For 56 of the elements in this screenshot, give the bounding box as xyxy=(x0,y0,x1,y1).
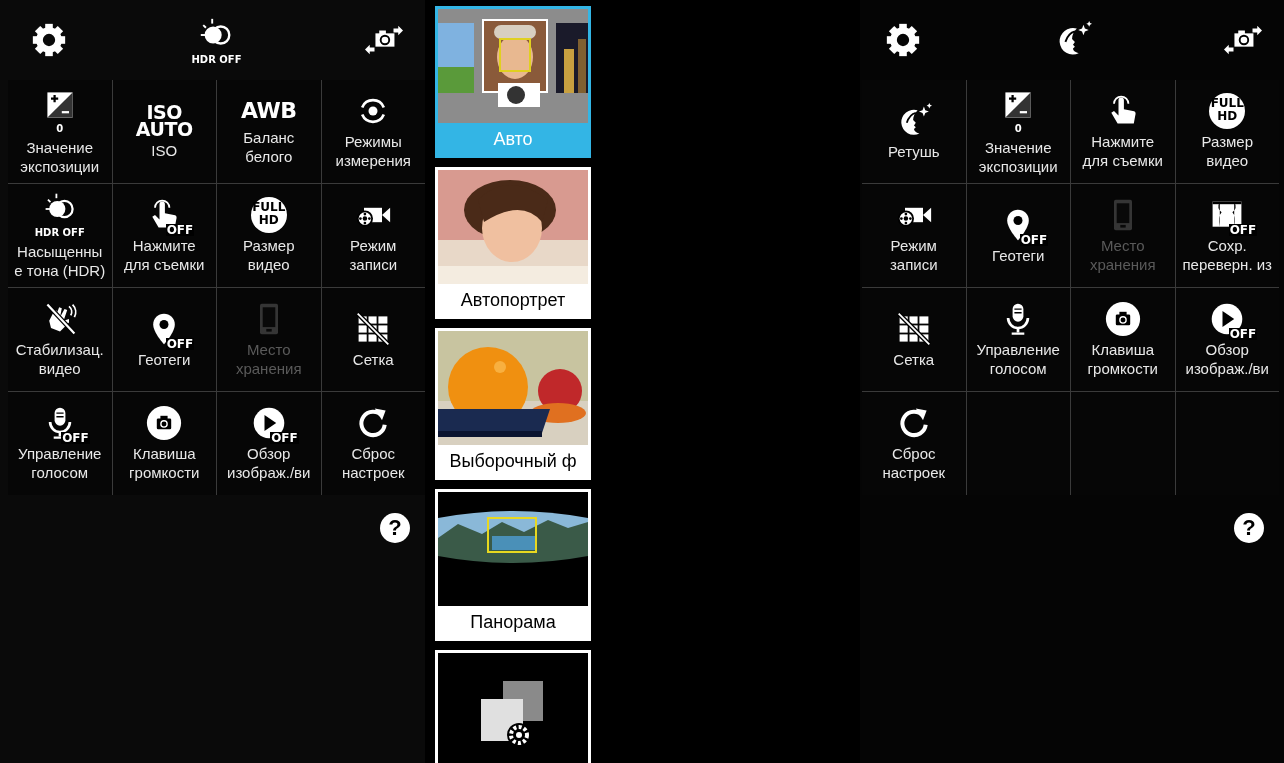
mode-card[interactable]: Выборочный ф xyxy=(435,328,591,480)
setting-tile[interactable]: OFF Обзор изображ./ви xyxy=(217,392,321,495)
setting-tile[interactable]: ISO AUTO ISO xyxy=(112,80,216,183)
setting-tile[interactable]: Режимы измерения xyxy=(321,80,425,183)
mode-card[interactable]: Автопортрет xyxy=(435,167,591,319)
camera-button-icon xyxy=(146,405,183,441)
help-button[interactable]: ? xyxy=(380,513,410,543)
setting-tile[interactable]: Сброс настроек xyxy=(862,392,966,495)
setting-tile[interactable]: Сброс настроек xyxy=(321,392,425,495)
setting-tile[interactable]: Сетка xyxy=(862,288,966,391)
setting-tile[interactable]: Режим записи xyxy=(321,184,425,287)
setting-tile[interactable]: Нажмите для съемки xyxy=(1071,80,1175,183)
setting-tile[interactable]: 0 Значение экспозиции xyxy=(966,80,1070,183)
iso-auto-icon: ISO AUTO xyxy=(135,103,193,138)
grid-icon xyxy=(895,310,932,347)
off-badge: OFF xyxy=(270,432,299,444)
mode-card[interactable]: Панорама xyxy=(435,489,591,641)
grid-icon xyxy=(355,310,392,347)
off-badge: OFF xyxy=(61,432,90,444)
hdr-button[interactable]: HDR OFF xyxy=(191,15,242,65)
icon-caption: 0 xyxy=(56,123,64,135)
setting-tile[interactable]: Управление голосом xyxy=(966,288,1070,391)
full-hd-icon: FULL HD xyxy=(250,197,287,233)
setting-tile[interactable]: Клавиша громкости xyxy=(112,392,216,495)
full-hd-icon: FULL HD xyxy=(1209,93,1246,129)
gear-button[interactable] xyxy=(30,21,68,59)
off-badge: OFF xyxy=(165,337,195,350)
gear-icon xyxy=(30,21,68,59)
setting-tile[interactable]: OFF Обзор изображ./ви xyxy=(1175,288,1279,391)
setting-tile[interactable]: Ретушь xyxy=(862,80,966,183)
mode-card[interactable] xyxy=(435,650,591,763)
setting-tile[interactable]: Сетка xyxy=(321,288,425,391)
icon-caption: HDR OFF xyxy=(34,227,85,239)
setting-tile[interactable]: FULL HD Размер видео xyxy=(1175,80,1279,183)
setting-tile[interactable]: FULL HD Размер видео xyxy=(217,184,321,287)
awb-icon: AWB xyxy=(241,97,297,125)
setting-tile[interactable]: OFF Сохр. переверн. из xyxy=(1175,184,1279,287)
setting-tile[interactable]: 0 Значение экспозиции xyxy=(8,80,112,183)
camera-button-icon xyxy=(1104,301,1141,337)
setting-tile[interactable]: AWB Баланс белого xyxy=(217,80,321,183)
off-badge: OFF xyxy=(165,224,195,236)
gear-icon xyxy=(884,21,922,59)
off-badge: OFF xyxy=(1019,233,1049,246)
setting-tile[interactable]: Клавиша громкости xyxy=(1071,288,1175,391)
gear-button[interactable] xyxy=(884,21,922,59)
setting-tile[interactable]: Режим записи xyxy=(862,184,966,287)
icon-caption: 0 xyxy=(1014,123,1022,135)
setting-tile[interactable]: Стабилизац. видео xyxy=(8,288,112,391)
setting-tile[interactable]: HDR OFF Насыщенны е тона (HDR) xyxy=(8,184,112,287)
help-button[interactable]: ? xyxy=(1234,513,1264,543)
off-badge: OFF xyxy=(1228,224,1258,236)
setting-tile[interactable]: OFF Геотеги xyxy=(966,184,1070,287)
setting-tile[interactable]: OFF Нажмите для съемки xyxy=(112,184,216,287)
setting-tile[interactable]: OFF Геотеги xyxy=(112,288,216,391)
setting-tile[interactable]: OFF Управление голосом xyxy=(8,392,112,495)
off-badge: OFF xyxy=(1228,328,1258,340)
